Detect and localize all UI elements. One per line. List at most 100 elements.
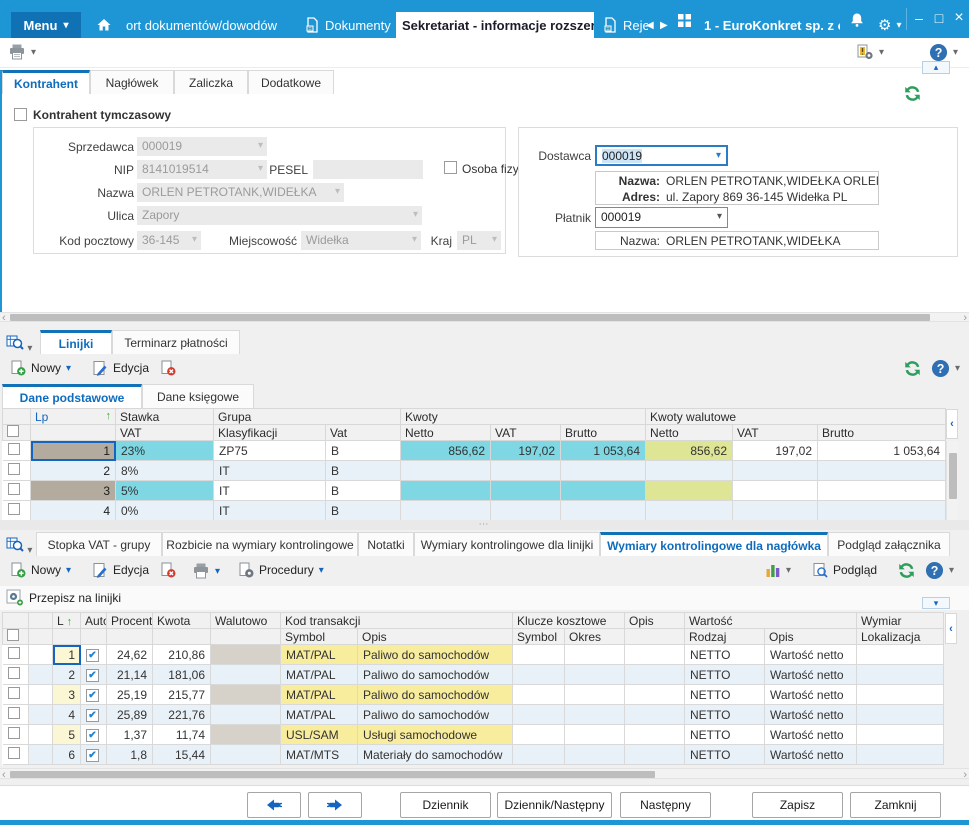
bottom-refresh-button[interactable]: [897, 561, 916, 583]
header-klasyfikacji[interactable]: Klasyfikacji: [213, 424, 326, 441]
cell-opis-wartosc[interactable]: Wartość netto: [764, 644, 857, 665]
cell-auto[interactable]: ✔: [80, 644, 107, 665]
cell-w-netto[interactable]: [645, 480, 734, 501]
tab-stopka-vat[interactable]: Stopka VAT - grupy: [36, 532, 162, 556]
bottom-help-button[interactable]: ? ▾: [925, 561, 954, 580]
cell-klasyfikacja[interactable]: IT: [213, 500, 326, 521]
row-select-checkbox[interactable]: [7, 747, 20, 759]
next-record-button[interactable]: [308, 792, 362, 818]
cell-vat[interactable]: B: [325, 460, 402, 481]
header-wartosc[interactable]: Wartość: [684, 612, 857, 629]
table-row[interactable]: 6 ✔ 1,8 15,44 MAT/MTS Materiały do samochodów…: [2, 744, 944, 765]
cell-opis-kod[interactable]: Usługi samochodowe: [357, 724, 513, 745]
horizontal-scrollbar-top[interactable]: ‹ ›: [0, 312, 969, 324]
collapse-columns-button-bottom[interactable]: ‹: [945, 613, 957, 644]
auto-checkbox-checked[interactable]: ✔: [86, 729, 99, 743]
miejscowosc-field[interactable]: Widełka ▾: [301, 231, 421, 250]
row-indicator-cell[interactable]: [28, 724, 53, 745]
cell-opis-kod[interactable]: Paliwo do samochodów: [357, 644, 513, 665]
scrollbar-thumb[interactable]: [10, 771, 655, 778]
cell-l[interactable]: 4: [52, 704, 81, 725]
bottom-print-button[interactable]: ▾: [192, 562, 220, 580]
cell-auto[interactable]: ✔: [80, 664, 107, 685]
cell-okres[interactable]: [564, 744, 625, 765]
header-klucze-kosztowe[interactable]: Klucze kosztowe: [512, 612, 625, 629]
cell-lp[interactable]: 2: [30, 460, 116, 481]
row-select-checkbox[interactable]: [7, 707, 20, 719]
row-checkbox-cell[interactable]: [2, 440, 31, 461]
auto-checkbox-checked[interactable]: ✔: [86, 709, 99, 723]
cell-symbol[interactable]: MAT/PAL: [280, 644, 358, 665]
cell-klucze-symbol[interactable]: [512, 704, 565, 725]
cell-vat[interactable]: B: [325, 480, 402, 501]
cell-vat-kwota[interactable]: [490, 460, 562, 481]
header-walutowo[interactable]: Walutowo: [210, 612, 281, 629]
cell-opis-kod[interactable]: Paliwo do samochodów: [357, 704, 513, 725]
header-opis[interactable]: Opis: [624, 612, 685, 629]
mid-new-button[interactable]: Nowy ▾: [10, 360, 71, 376]
header-w-brutto[interactable]: Brutto: [817, 424, 947, 441]
header-kod-symbol[interactable]: Symbol: [280, 628, 358, 645]
close-button[interactable]: ×: [950, 8, 968, 28]
header-stawka[interactable]: Stawka: [115, 408, 214, 425]
header-wymiar[interactable]: Wymiar: [856, 612, 944, 629]
window-list-button[interactable]: [678, 14, 691, 30]
row-checkbox-cell[interactable]: [2, 460, 31, 481]
row-checkbox-cell[interactable]: [2, 644, 29, 665]
tab-dodatkowe[interactable]: Dodatkowe: [248, 70, 334, 94]
cell-kwota[interactable]: 221,76: [152, 704, 211, 725]
cell-w-brutto[interactable]: [817, 480, 947, 501]
tab-sekretariat-active[interactable]: Sekretariat - informacje rozszerzon: [396, 12, 594, 38]
splitter-handle[interactable]: ⋯: [0, 520, 969, 530]
auto-checkbox-checked[interactable]: ✔: [86, 689, 99, 703]
maximize-button[interactable]: □: [930, 8, 948, 28]
auto-checkbox-checked[interactable]: ✔: [86, 649, 99, 663]
cell-kwota[interactable]: 210,86: [152, 644, 211, 665]
tab-scroll-left[interactable]: ◀: [646, 12, 660, 38]
cell-w-netto[interactable]: [645, 460, 734, 481]
tab-wymiary-naglowka[interactable]: Wymiary kontrolingowe dla nagłówka: [600, 532, 828, 556]
horizontal-scrollbar-bottom[interactable]: ‹ ›: [0, 768, 969, 781]
company-selector[interactable]: 1 - EuroKonkret sp. z o.o. ▾: [698, 12, 840, 38]
cell-procent[interactable]: 1,37: [106, 724, 153, 745]
cell-okres[interactable]: [564, 724, 625, 745]
tab-linijki[interactable]: Linijki: [40, 330, 112, 354]
cell-brutto[interactable]: [560, 460, 647, 481]
przepisz-na-linijki-button[interactable]: Przepisz na linijki: [6, 589, 121, 607]
tab-dokumenty[interactable]: Dokumenty: [298, 12, 394, 38]
cell-walutowo[interactable]: [210, 664, 281, 685]
cell-rodzaj[interactable]: NETTO: [684, 744, 765, 765]
cell-opis-kod[interactable]: Paliwo do samochodów: [357, 664, 513, 685]
cell-opis-kod[interactable]: Paliwo do samochodów: [357, 684, 513, 705]
cell-brutto[interactable]: [560, 500, 647, 521]
header-vat[interactable]: VAT: [115, 424, 214, 441]
header-kwoty-walutowe[interactable]: Kwoty walutowe: [645, 408, 947, 425]
header-brutto[interactable]: Brutto: [560, 424, 647, 441]
bottom-new-button[interactable]: Nowy ▾: [10, 562, 71, 578]
home-tab[interactable]: [86, 12, 122, 38]
ulica-field[interactable]: Zapory ▾: [137, 206, 422, 225]
cell-l[interactable]: 5: [52, 724, 81, 745]
header-rodzaj[interactable]: Rodzaj: [684, 628, 765, 645]
row-select-checkbox[interactable]: [7, 647, 20, 659]
cell-auto[interactable]: ✔: [80, 704, 107, 725]
mid-delete-button[interactable]: [160, 360, 176, 376]
cell-procent[interactable]: 24,62: [106, 644, 153, 665]
cell-symbol[interactable]: MAT/PAL: [280, 684, 358, 705]
header-kwota[interactable]: Kwota: [152, 612, 211, 629]
row-checkbox-cell[interactable]: [2, 704, 29, 725]
table-row[interactable]: 1 23% ZP75 B 856,62 197,02 1 053,64 856,…: [2, 440, 947, 461]
cell-l[interactable]: 3: [52, 684, 81, 705]
cell-symbol[interactable]: MAT/PAL: [280, 664, 358, 685]
cell-klucze-symbol[interactable]: [512, 684, 565, 705]
system-info-button[interactable]: ▾: [856, 43, 884, 61]
cell-symbol[interactable]: MAT/PAL: [280, 704, 358, 725]
header-select-all[interactable]: [2, 424, 31, 441]
grid-view-menu-button-bottom[interactable]: ▾: [6, 535, 32, 556]
print-button[interactable]: ▾: [8, 43, 36, 61]
kraj-field[interactable]: PL ▾: [457, 231, 501, 250]
cell-lokalizacja[interactable]: [856, 704, 944, 725]
settings-button[interactable]: ⚙ ▾: [872, 12, 908, 38]
cell-opis-kod[interactable]: Materiały do samochodów: [357, 744, 513, 765]
row-indicator-cell[interactable]: [28, 644, 53, 665]
